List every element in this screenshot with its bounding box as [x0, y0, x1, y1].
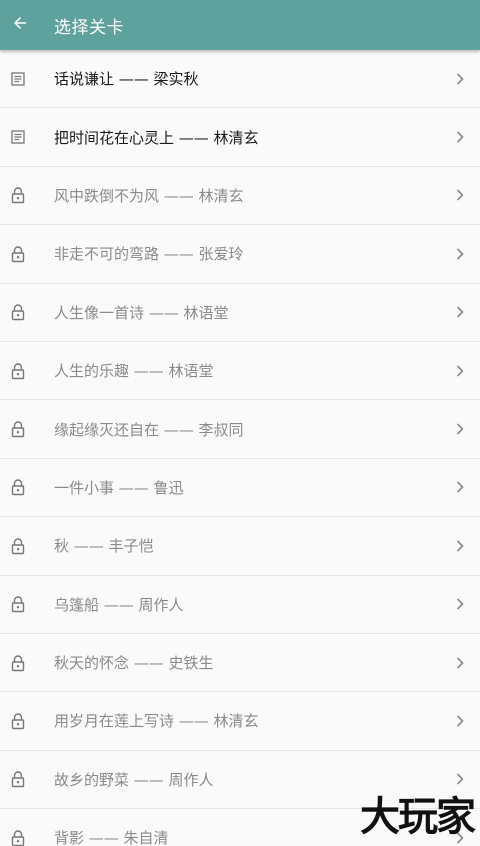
chevron-right-icon — [440, 656, 480, 670]
lock-icon — [0, 478, 36, 496]
level-label: 秋天的怀念 —— 史铁生 — [54, 654, 214, 673]
level-label: 话说谦让 —— 梁实秋 — [54, 70, 199, 89]
lock-icon — [0, 595, 36, 613]
lock-icon — [0, 654, 36, 672]
level-label: 秋 —— 丰子恺 — [54, 537, 154, 556]
level-row[interactable]: 人生的乐趣 —— 林语堂 — [0, 341, 480, 401]
chevron-right-icon — [440, 364, 480, 378]
level-row[interactable]: 秋 —— 丰子恺 — [0, 517, 480, 576]
watermark-logo: 大玩家 — [360, 793, 476, 840]
level-row[interactable]: 用岁月在莲上写诗 —— 林清玄 — [0, 692, 480, 751]
level-label: 人生的乐趣 —— 林语堂 — [54, 362, 214, 381]
page-title: 选择关卡 — [54, 17, 124, 38]
chevron-right-icon — [440, 72, 480, 86]
level-label: 一件小事 —— 鲁迅 — [54, 478, 184, 497]
lock-icon — [0, 303, 36, 321]
document-icon — [0, 71, 36, 87]
lock-icon — [0, 537, 36, 555]
document-icon — [0, 129, 36, 145]
lock-icon — [0, 186, 36, 204]
level-label: 缘起缘灭还自在 —— 李叔同 — [54, 420, 244, 439]
back-button[interactable] — [0, 0, 40, 50]
level-label: 乌篷船 —— 周作人 — [54, 595, 184, 614]
level-label: 人生像一首诗 —— 林语堂 — [54, 303, 229, 322]
level-row[interactable]: 秋天的怀念 —— 史铁生 — [0, 633, 480, 693]
lock-icon — [0, 245, 36, 263]
level-row[interactable]: 缘起缘灭还自在 —— 李叔同 — [0, 400, 480, 459]
level-row[interactable]: 一件小事 —— 鲁迅 — [0, 458, 480, 518]
level-row[interactable]: 把时间花在心灵上 —— 林清玄 — [0, 108, 480, 167]
toolbar: 选择关卡 — [0, 0, 480, 50]
chevron-right-icon — [440, 247, 480, 261]
lock-icon — [0, 770, 36, 788]
lock-icon — [0, 829, 36, 846]
lock-icon — [0, 420, 36, 438]
level-row[interactable]: 风中跌倒不为风 —— 林清玄 — [0, 166, 480, 226]
chevron-right-icon — [440, 714, 480, 728]
level-list: 话说谦让 —— 梁实秋把时间花在心灵上 —— 林清玄 风中跌倒不为风 —— 林清玄… — [0, 50, 480, 846]
level-label: 用岁月在莲上写诗 —— 林清玄 — [54, 712, 259, 731]
level-row[interactable]: 人生像一首诗 —— 林语堂 — [0, 283, 480, 342]
chevron-right-icon — [440, 539, 480, 553]
level-label: 风中跌倒不为风 —— 林清玄 — [54, 186, 244, 205]
level-row[interactable]: 非走不可的弯路 —— 张爱玲 — [0, 225, 480, 284]
level-label: 把时间花在心灵上 —— 林清玄 — [54, 128, 259, 147]
level-row[interactable]: 乌篷船 —— 周作人 — [0, 575, 480, 634]
chevron-right-icon — [440, 597, 480, 611]
level-row[interactable]: 话说谦让 —— 梁实秋 — [0, 50, 480, 109]
lock-icon — [0, 712, 36, 730]
level-label: 非走不可的弯路 —— 张爱玲 — [54, 245, 244, 264]
lock-icon — [0, 362, 36, 380]
app-root: 选择关卡 话说谦让 —— 梁实秋把时间花在心灵上 —— 林清玄 风中跌倒不为风 —… — [0, 0, 480, 846]
chevron-right-icon — [440, 188, 480, 202]
chevron-right-icon — [440, 422, 480, 436]
arrow-left-icon — [11, 14, 29, 36]
chevron-right-icon — [440, 130, 480, 144]
chevron-right-icon — [440, 305, 480, 319]
chevron-right-icon — [440, 480, 480, 494]
